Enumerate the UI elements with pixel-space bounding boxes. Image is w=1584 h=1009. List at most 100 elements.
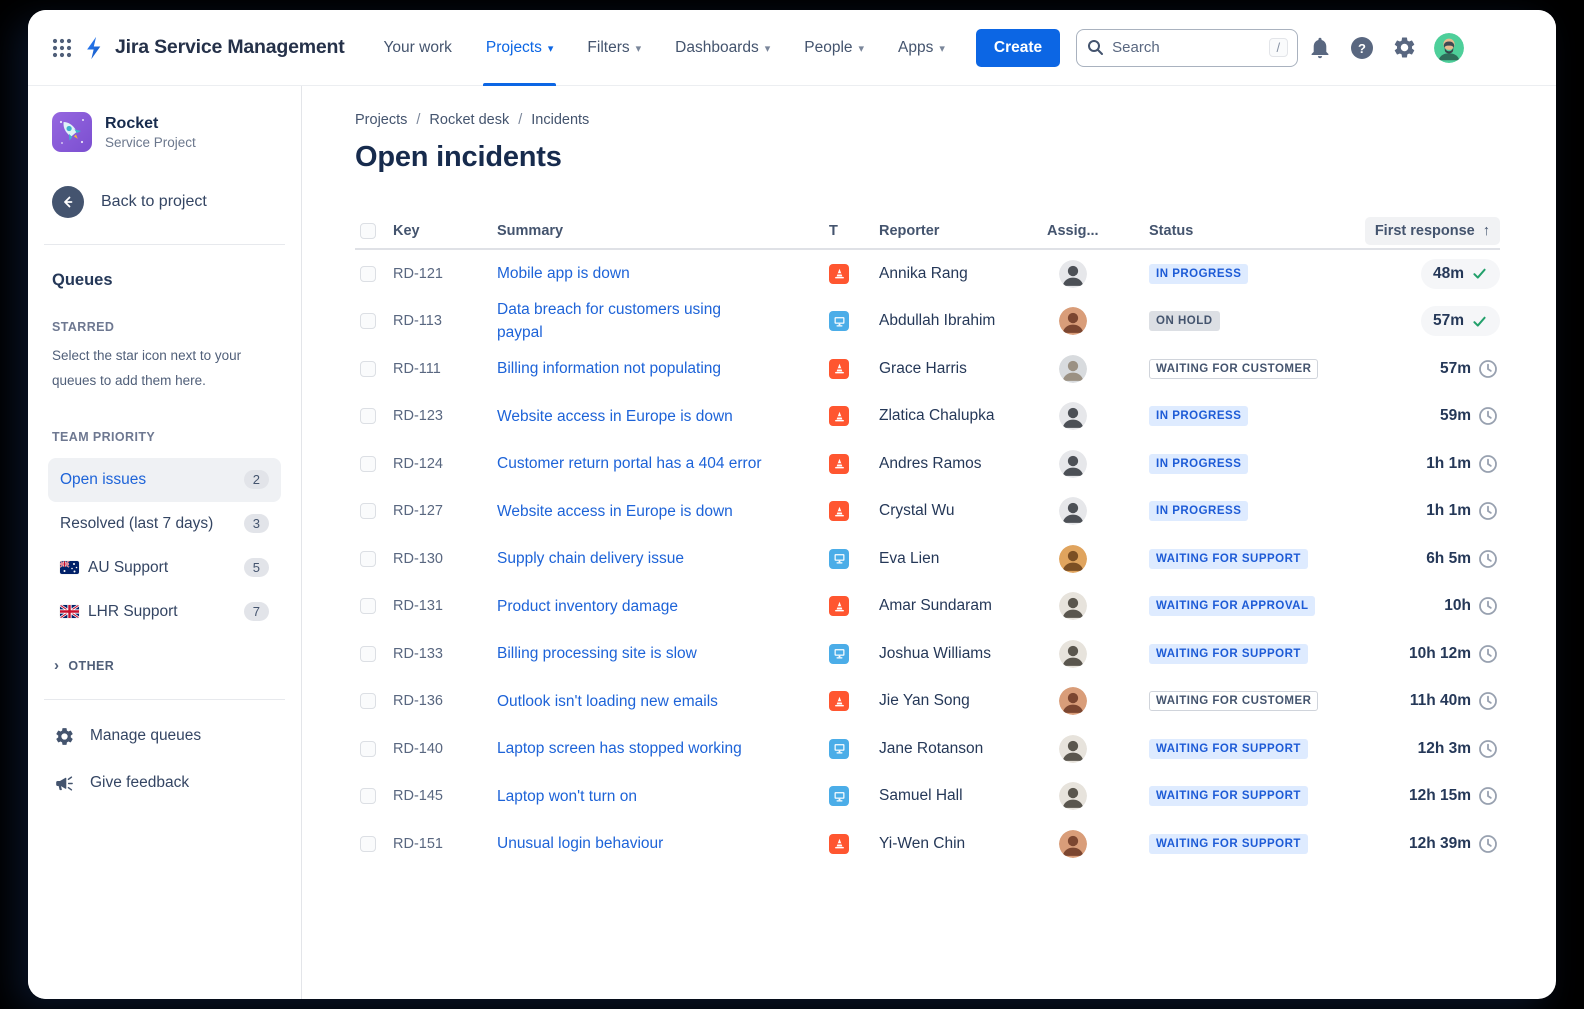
column-header-key[interactable]: Key	[393, 223, 497, 239]
breadcrumb-item-projects[interactable]: Projects	[355, 112, 407, 128]
incident-type-icon	[829, 691, 849, 711]
column-header-summary[interactable]: Summary	[497, 223, 829, 239]
assignee-avatar[interactable]	[1059, 402, 1087, 430]
first-response-value: 10h	[1444, 596, 1500, 616]
status-badge[interactable]: WAITING FOR SUPPORT	[1149, 644, 1308, 664]
assignee-avatar[interactable]	[1059, 830, 1087, 858]
nav-item-people[interactable]: People▾	[787, 10, 881, 86]
status-badge[interactable]: ON HOLD	[1149, 311, 1220, 331]
give-feedback-button[interactable]: Give feedback	[54, 773, 281, 794]
row-checkbox[interactable]	[360, 551, 376, 567]
manage-queues-button[interactable]: Manage queues	[54, 726, 281, 747]
status-badge[interactable]: WAITING FOR SUPPORT	[1149, 549, 1308, 569]
row-checkbox[interactable]	[360, 741, 376, 757]
chevron-down-icon: ▾	[859, 40, 865, 55]
row-checkbox[interactable]	[360, 408, 376, 424]
status-badge[interactable]: WAITING FOR SUPPORT	[1149, 786, 1308, 806]
row-checkbox[interactable]	[360, 361, 376, 377]
row-checkbox[interactable]	[360, 646, 376, 662]
assignee-avatar[interactable]	[1059, 545, 1087, 573]
search-shortcut-hint: /	[1269, 38, 1289, 57]
select-all-checkbox[interactable]	[360, 223, 376, 239]
row-checkbox[interactable]	[360, 598, 376, 614]
assignee-avatar[interactable]	[1059, 450, 1087, 478]
sla-clock-icon	[1478, 549, 1498, 569]
issue-summary-link[interactable]: Data breach for customers using paypal	[497, 298, 769, 345]
status-badge[interactable]: WAITING FOR CUSTOMER	[1149, 691, 1318, 711]
sidebar-item-open-issues[interactable]: Open issues2	[48, 458, 281, 502]
sidebar-item-other[interactable]: › OTHER	[54, 658, 281, 675]
project-header[interactable]: Rocket Service Project	[48, 112, 281, 152]
row-checkbox[interactable]	[360, 788, 376, 804]
back-arrow-icon	[52, 186, 84, 218]
team-priority-section-label: TEAM PRIORITY	[52, 430, 281, 444]
response-time: 11h 40m	[1410, 692, 1471, 710]
assignee-avatar[interactable]	[1059, 355, 1087, 383]
nav-item-projects[interactable]: Projects▾	[469, 10, 571, 86]
assignee-avatar[interactable]	[1059, 307, 1087, 335]
row-checkbox[interactable]	[360, 693, 376, 709]
row-checkbox[interactable]	[360, 313, 376, 329]
user-avatar[interactable]	[1434, 33, 1464, 63]
search-box[interactable]: Search /	[1076, 29, 1298, 67]
issue-summary-link[interactable]: Outlook isn't loading new emails	[497, 693, 718, 710]
sidebar-item-lhr-support[interactable]: LHR Support7	[48, 590, 281, 634]
row-checkbox[interactable]	[360, 503, 376, 519]
service-request-type-icon	[829, 311, 849, 331]
status-badge[interactable]: WAITING FOR SUPPORT	[1149, 739, 1308, 759]
status-badge[interactable]: IN PROGRESS	[1149, 454, 1248, 474]
issue-summary-link[interactable]: Website access in Europe is down	[497, 408, 733, 425]
issue-summary-link[interactable]: Customer return portal has a 404 error	[497, 455, 761, 472]
status-badge[interactable]: WAITING FOR CUSTOMER	[1149, 359, 1318, 379]
sidebar-item-resolved-last-7-days[interactable]: Resolved (last 7 days)3	[48, 502, 281, 546]
nav-item-dashboards[interactable]: Dashboards▾	[658, 10, 787, 86]
row-checkbox[interactable]	[360, 836, 376, 852]
row-checkbox[interactable]	[360, 266, 376, 282]
issue-summary-link[interactable]: Product inventory damage	[497, 598, 678, 615]
assignee-avatar[interactable]	[1059, 640, 1087, 668]
column-header-status[interactable]: Status	[1149, 223, 1345, 239]
assignee-avatar[interactable]	[1059, 735, 1087, 763]
table-row-rd-123: RD-123Website access in Europe is downZl…	[355, 393, 1500, 441]
reporter-name: Amar Sundaram	[879, 597, 1047, 615]
column-header-reporter[interactable]: Reporter	[879, 223, 1047, 239]
column-header-type[interactable]: T	[829, 223, 879, 239]
settings-button[interactable]	[1384, 28, 1424, 68]
status-badge[interactable]: WAITING FOR SUPPORT	[1149, 834, 1308, 854]
app-switcher-button[interactable]	[42, 28, 82, 68]
breadcrumb-item-rocket-desk[interactable]: Rocket desk	[429, 112, 509, 128]
issue-summary-link[interactable]: Unusual login behaviour	[497, 835, 663, 852]
assignee-avatar[interactable]	[1059, 260, 1087, 288]
back-to-project-button[interactable]: Back to project	[48, 186, 281, 218]
breadcrumb-item-incidents[interactable]: Incidents	[531, 112, 589, 128]
sort-ascending-icon: ↑	[1483, 223, 1490, 239]
issue-summary-link[interactable]: Laptop screen has stopped working	[497, 740, 742, 757]
brand[interactable]: Jira Service Management	[84, 36, 345, 60]
create-button[interactable]: Create	[976, 29, 1060, 67]
issue-summary-link[interactable]: Supply chain delivery issue	[497, 550, 684, 567]
assignee-avatar[interactable]	[1059, 592, 1087, 620]
sidebar-item-au-support[interactable]: AU Support5	[48, 546, 281, 590]
nav-item-filters[interactable]: Filters▾	[570, 10, 658, 86]
assignee-avatar[interactable]	[1059, 687, 1087, 715]
issue-summary-link[interactable]: Billing information not populating	[497, 360, 721, 377]
assignee-avatar[interactable]	[1059, 497, 1087, 525]
row-checkbox[interactable]	[360, 456, 376, 472]
issue-summary-link[interactable]: Laptop won't turn on	[497, 788, 637, 805]
nav-item-apps[interactable]: Apps▾	[881, 10, 962, 86]
issue-summary-link[interactable]: Billing processing site is slow	[497, 645, 697, 662]
notifications-button[interactable]	[1300, 28, 1340, 68]
incident-type-icon	[829, 834, 849, 854]
assignee-avatar[interactable]	[1059, 782, 1087, 810]
column-header-first-response[interactable]: First response ↑	[1365, 217, 1500, 245]
issue-summary-link[interactable]: Website access in Europe is down	[497, 503, 733, 520]
status-badge[interactable]: IN PROGRESS	[1149, 264, 1248, 284]
nav-item-your-work[interactable]: Your work	[367, 10, 469, 86]
status-badge[interactable]: IN PROGRESS	[1149, 406, 1248, 426]
status-badge[interactable]: WAITING FOR APPROVAL	[1149, 596, 1315, 616]
nav-item-label: Filters	[587, 39, 629, 57]
help-button[interactable]: ?	[1342, 28, 1382, 68]
column-header-assignee[interactable]: Assig...	[1047, 223, 1149, 239]
status-badge[interactable]: IN PROGRESS	[1149, 501, 1248, 521]
issue-summary-link[interactable]: Mobile app is down	[497, 265, 630, 282]
